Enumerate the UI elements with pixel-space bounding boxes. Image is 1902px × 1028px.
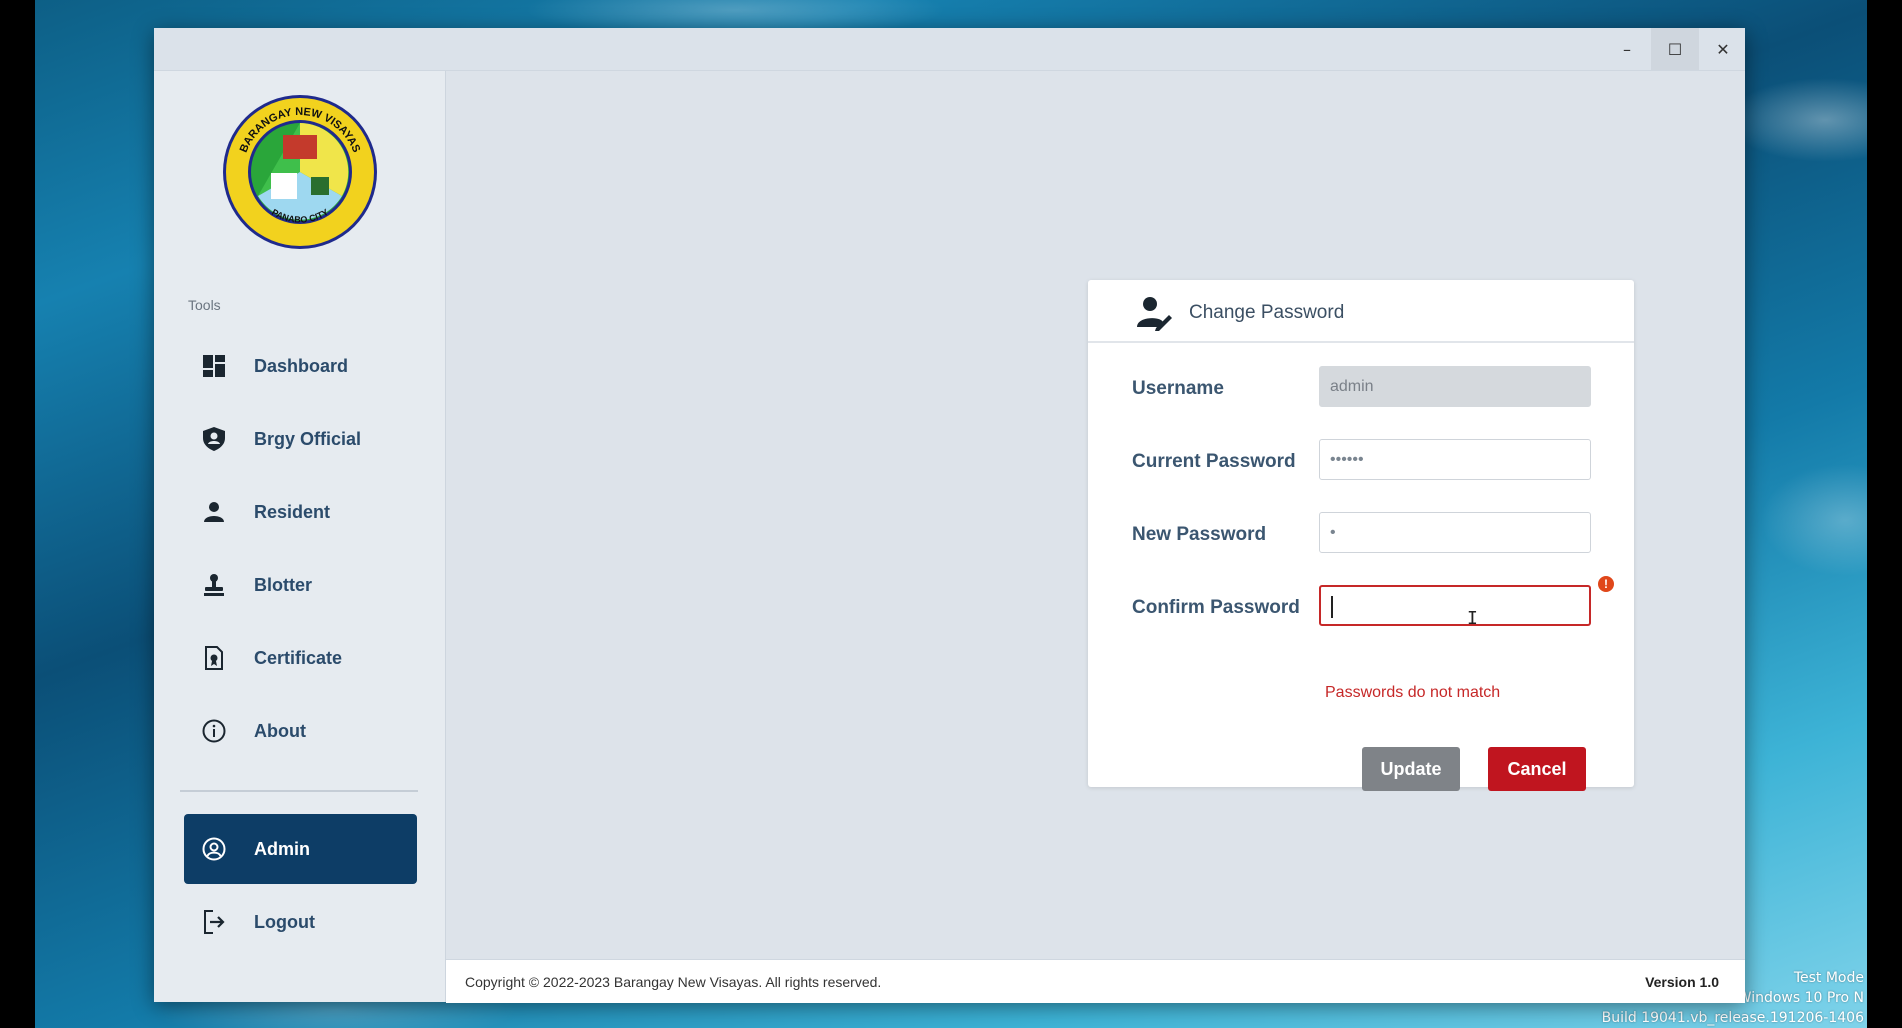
sidebar-item-label: Dashboard [254,355,349,376]
sidebar-item-label: Brgy Official [254,428,362,449]
password-mismatch-error: Passwords do not match [1325,684,1501,701]
current-password-label: Current Password [1132,451,1296,472]
confirm-password-label: Confirm Password [1132,597,1300,618]
username-label: Username [1132,378,1224,399]
sidebar-item-label: About [254,720,306,741]
confirm-password-field[interactable]: I [1319,585,1591,629]
minimize-icon: – [1623,39,1631,59]
sidebar-item-label: Admin [254,838,310,859]
close-icon: ✕ [1716,39,1730,59]
sidebar-item-logout[interactable]: Logout [184,887,417,957]
error-icon: ! [1598,576,1614,592]
sidebar-item-resident[interactable]: Resident [184,477,417,547]
sidebar-item-certificate[interactable]: Certificate [184,623,417,693]
sidebar-item-dashboard[interactable]: Dashboard [184,331,417,401]
version-text: Version 1.0 [1645,974,1719,990]
status-footer: Copyright © 2022-2023 Barangay New Visay… [446,959,1745,1003]
dashboard-icon [202,354,226,378]
app-window: – ☐ ✕ BARANGAY NEW VISAYAS PANABO CITY T… [154,28,1745,1003]
text-caret [1331,596,1333,618]
shield-user-icon [202,427,226,451]
user-edit-icon [1136,295,1172,331]
username-field: admin [1319,366,1591,407]
new-password-field[interactable]: • [1319,512,1591,553]
update-button[interactable]: Update [1362,747,1460,791]
current-password-field[interactable]: •••••• [1319,439,1591,480]
info-icon [202,719,226,743]
sidebar-item-label: Resident [254,501,331,522]
watermark-line: Build 19041.vb_release.191206-1406 [1601,1010,1864,1026]
sidebar-divider [180,790,418,792]
ibeam-cursor-icon: I [1467,608,1478,629]
sidebar-item-blotter[interactable]: Blotter [184,550,417,620]
certificate-icon [202,646,226,670]
dialog-title: Change Password [1189,302,1345,323]
cancel-button[interactable]: Cancel [1488,747,1586,791]
stamp-icon [202,573,226,597]
minimize-button[interactable]: – [1603,28,1651,70]
barangay-seal-logo: BARANGAY NEW VISAYAS PANABO CITY [221,93,379,251]
new-password-label: New Password [1132,524,1267,545]
sidebar-item-about[interactable]: About [184,696,417,766]
user-circle-icon [202,837,226,861]
maximize-button[interactable]: ☐ [1651,28,1699,70]
sidebar-item-label: Certificate [254,647,343,668]
change-password-dialog: Change Password Username admin Current P… [1088,280,1634,791]
sidebar: BARANGAY NEW VISAYAS PANABO CITY Tools D… [154,71,446,1002]
main-content: Change Password Username admin Current P… [446,71,1745,958]
title-bar: – ☐ ✕ [154,28,1745,71]
person-icon [202,500,226,524]
sidebar-item-label: Blotter [254,574,312,595]
dialog-header: Change Password [1088,280,1634,343]
logout-icon [202,910,226,934]
sidebar-item-brgy-official[interactable]: Brgy Official [184,404,417,474]
close-button[interactable]: ✕ [1699,28,1747,70]
sidebar-item-admin[interactable]: Admin [184,814,417,884]
sidebar-item-label: Logout [254,911,315,932]
copyright-text: Copyright © 2022-2023 Barangay New Visay… [465,974,882,990]
maximize-icon: ☐ [1667,39,1683,59]
tools-section-label: Tools [188,297,221,313]
